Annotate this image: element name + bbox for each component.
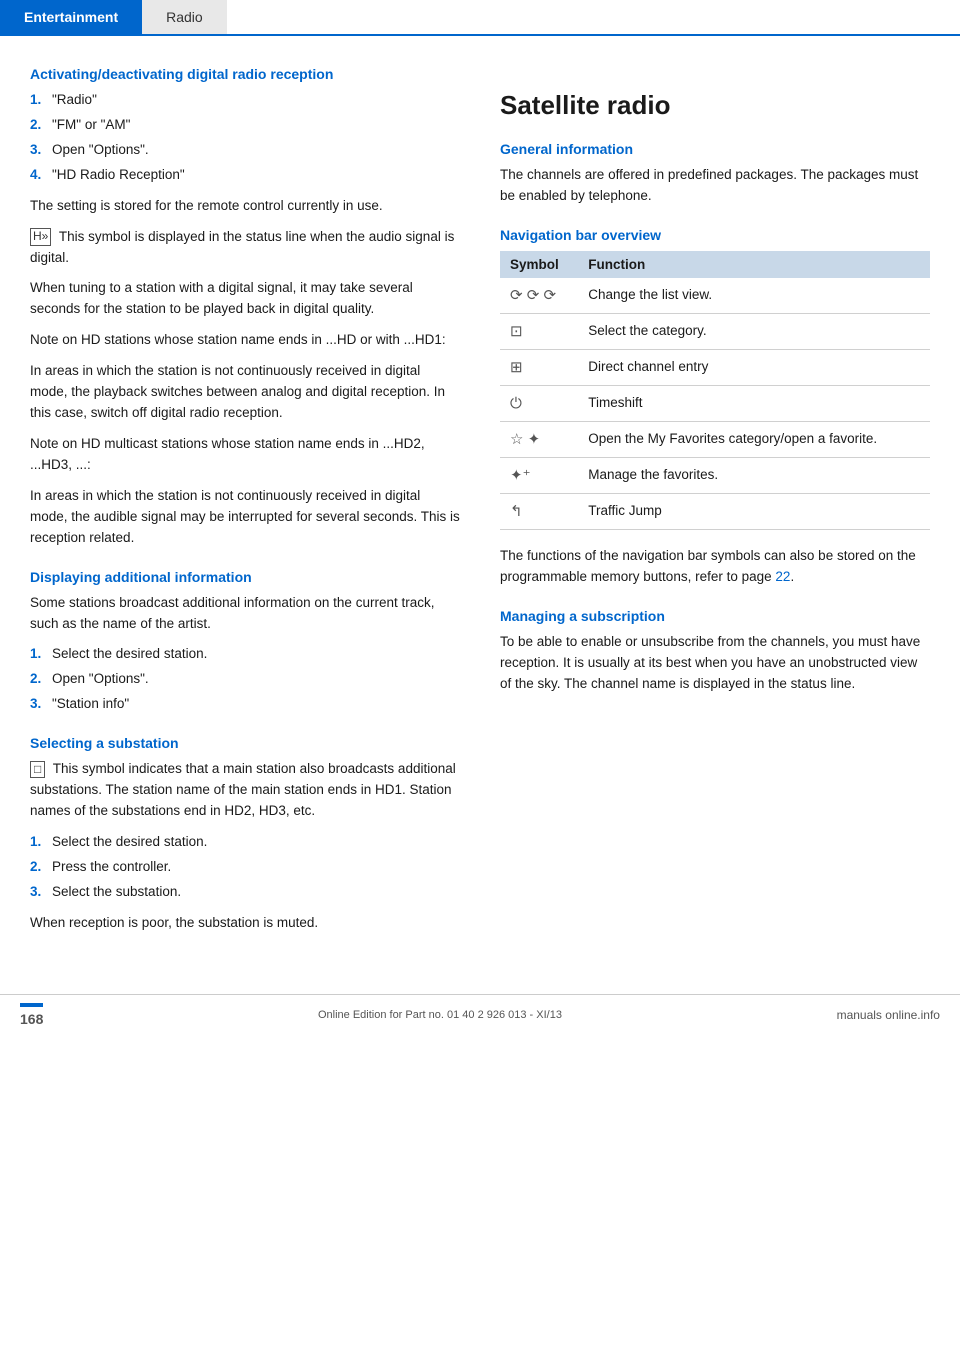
step-1-text: "Radio" (52, 90, 97, 111)
table-row: ✦⁺Manage the favorites. (500, 457, 930, 493)
col-symbol: Symbol (500, 251, 578, 278)
managing-subscription-title: Managing a subscription (500, 608, 930, 624)
disp-step-3: 3. "Station info" (30, 694, 460, 715)
table-cell-func: Timeshift (578, 385, 930, 421)
disp-step-1-text: Select the desired station. (52, 644, 207, 665)
step-4: 4. "HD Radio Reception" (30, 165, 460, 186)
table-cell-func: Select the category. (578, 313, 930, 349)
table-row: ⊡Select the category. (500, 313, 930, 349)
page-body: Activating/deactivating digital radio re… (0, 36, 960, 974)
disp-step-1-num: 1. (30, 644, 46, 665)
activating-steps-list: 1. "Radio" 2. "FM" or "AM" 3. Open "Opti… (30, 90, 460, 186)
step-2: 2. "FM" or "AM" (30, 115, 460, 136)
disp-step-2-num: 2. (30, 669, 46, 690)
section-selecting-title: Selecting a substation (30, 735, 460, 751)
table-cell-sym: ⟳ ⟳ ⟳ (500, 278, 578, 314)
sel-step-2-num: 2. (30, 857, 46, 878)
satellite-radio-title: Satellite radio (500, 90, 930, 121)
page-number: 168 (20, 1003, 43, 1027)
sel-step-2-text: Press the controller. (52, 857, 171, 878)
tab-radio[interactable]: Radio (142, 0, 227, 34)
table-cell-sym: ☆ ✦ (500, 421, 578, 457)
table-row: ⏻Timeshift (500, 385, 930, 421)
step-3: 3. Open "Options". (30, 140, 460, 161)
section1-para3: When tuning to a station with a digital … (30, 278, 460, 320)
step-4-text: "HD Radio Reception" (52, 165, 185, 186)
disp-step-2-text: Open "Options". (52, 669, 149, 690)
header: Entertainment Radio (0, 0, 960, 36)
table-cell-sym: ✦⁺ (500, 457, 578, 493)
step-3-text: Open "Options". (52, 140, 149, 161)
nav-bar-para-text: The functions of the navigation bar symb… (500, 548, 916, 584)
step-1: 1. "Radio" (30, 90, 460, 111)
table-row: ⟳ ⟳ ⟳Change the list view. (500, 278, 930, 314)
col-function: Function (578, 251, 930, 278)
table-row: ⊞Direct channel entry (500, 349, 930, 385)
table-row: ↰Traffic Jump (500, 493, 930, 529)
section3-sub-symbol-note: □ This symbol indicates that a main stat… (30, 759, 460, 822)
right-column: Satellite radio General information The … (500, 66, 930, 944)
section1-para2: This symbol is displayed in the status l… (30, 229, 454, 265)
sel-step-2: 2. Press the controller. (30, 857, 460, 878)
table-cell-func: Direct channel entry (578, 349, 930, 385)
nav-bar-title: Navigation bar overview (500, 227, 930, 243)
hd-icon: H» (30, 228, 51, 246)
section2-para1: Some stations broadcast additional infor… (30, 593, 460, 635)
sel-step-3: 3. Select the substation. (30, 882, 460, 903)
table-cell-sym: ↰ (500, 493, 578, 529)
table-row: ☆ ✦Open the My Favorites category/open a… (500, 421, 930, 457)
nav-bar-table: Symbol Function ⟳ ⟳ ⟳Change the list vie… (500, 251, 930, 530)
section1-hd-symbol-note: H» This symbol is displayed in the statu… (30, 227, 460, 269)
disp-step-3-text: "Station info" (52, 694, 129, 715)
sel-step-1-num: 1. (30, 832, 46, 853)
section1-para5: In areas in which the station is not con… (30, 361, 460, 424)
sel-step-3-num: 3. (30, 882, 46, 903)
table-cell-sym: ⊞ (500, 349, 578, 385)
step-1-num: 1. (30, 90, 46, 111)
disp-step-1: 1. Select the desired station. (30, 644, 460, 665)
table-cell-func: Open the My Favorites category/open a fa… (578, 421, 930, 457)
substation-icon: □ (30, 761, 45, 779)
selecting-steps-list: 1. Select the desired station. 2. Press … (30, 832, 460, 903)
section1-para4: Note on HD stations whose station name e… (30, 330, 460, 351)
displaying-steps-list: 1. Select the desired station. 2. Open "… (30, 644, 460, 715)
section1-para6: Note on HD multicast stations whose stat… (30, 434, 460, 476)
table-header-row: Symbol Function (500, 251, 930, 278)
sel-step-3-text: Select the substation. (52, 882, 181, 903)
disp-step-2: 2. Open "Options". (30, 669, 460, 690)
footer-brand: manuals online.info (837, 1008, 940, 1022)
sel-step-1-text: Select the desired station. (52, 832, 207, 853)
section-activating-title: Activating/deactivating digital radio re… (30, 66, 460, 82)
sel-step-1: 1. Select the desired station. (30, 832, 460, 853)
step-2-text: "FM" or "AM" (52, 115, 130, 136)
step-2-num: 2. (30, 115, 46, 136)
general-info-title: General information (500, 141, 930, 157)
section1-para1: The setting is stored for the remote con… (30, 196, 460, 217)
section-displaying-title: Displaying additional information (30, 569, 460, 585)
section3-para1: This symbol indicates that a main statio… (30, 761, 456, 818)
table-cell-func: Change the list view. (578, 278, 930, 314)
nav-bar-para: The functions of the navigation bar symb… (500, 546, 930, 588)
table-cell-func: Traffic Jump (578, 493, 930, 529)
step-4-num: 4. (30, 165, 46, 186)
table-cell-sym: ⊡ (500, 313, 578, 349)
tab-entertainment[interactable]: Entertainment (0, 0, 142, 34)
section1-para7: In areas in which the station is not con… (30, 486, 460, 549)
managing-subscription-para: To be able to enable or unsubscribe from… (500, 632, 930, 695)
footer: 168 Online Edition for Part no. 01 40 2 … (0, 994, 960, 1035)
footer-edition: Online Edition for Part no. 01 40 2 926 … (318, 1009, 562, 1021)
step-3-num: 3. (30, 140, 46, 161)
page-link-22[interactable]: 22 (775, 569, 790, 584)
table-cell-sym: ⏻ (500, 385, 578, 421)
section3-para2: When reception is poor, the substation i… (30, 913, 460, 934)
table-cell-func: Manage the favorites. (578, 457, 930, 493)
general-info-para: The channels are offered in predefined p… (500, 165, 930, 207)
disp-step-3-num: 3. (30, 694, 46, 715)
left-column: Activating/deactivating digital radio re… (30, 66, 460, 944)
